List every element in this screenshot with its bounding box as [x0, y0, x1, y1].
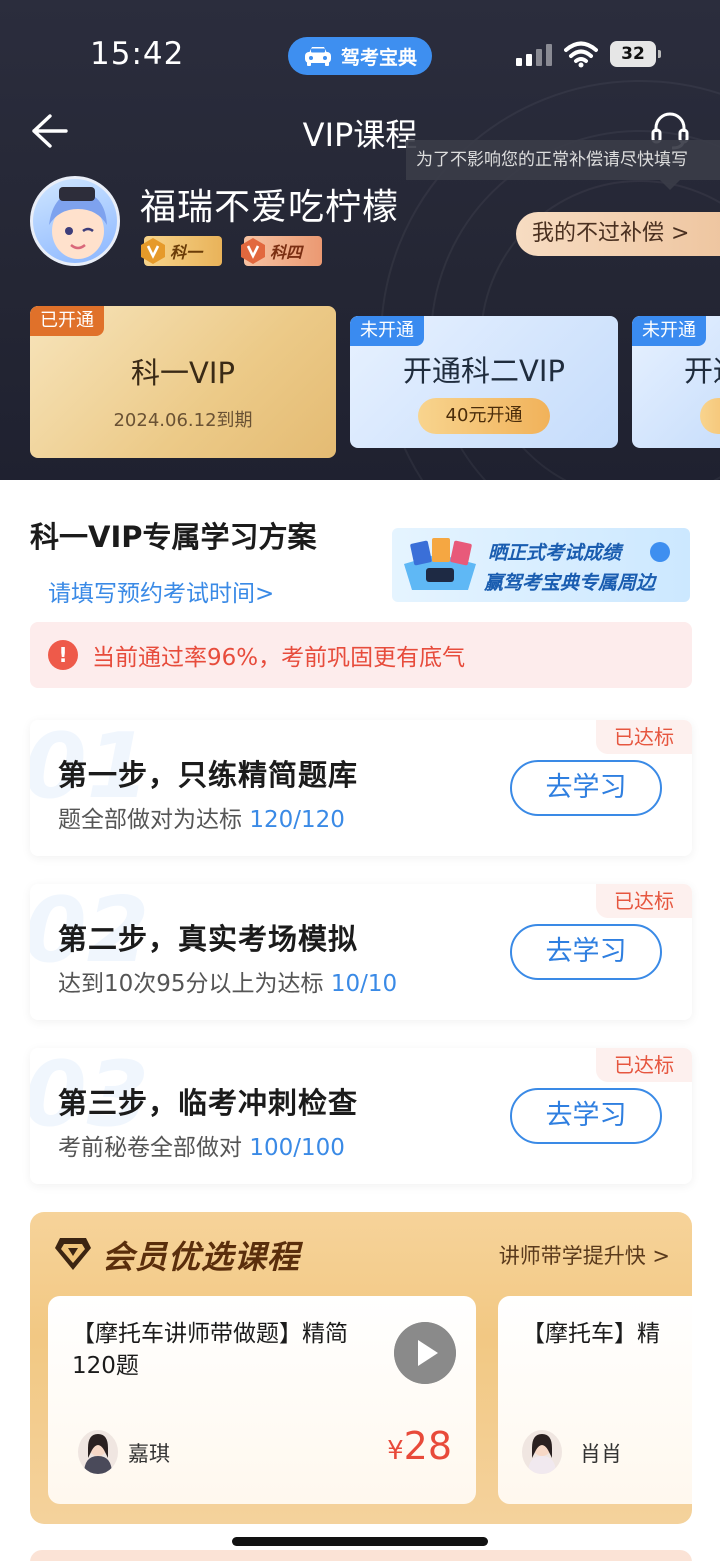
section-title: 会员优选课程 — [102, 1238, 301, 1276]
reached-badge: 已达标 — [596, 884, 692, 918]
car-icon — [304, 47, 331, 66]
status-tag: 未开通 — [350, 316, 424, 346]
go-study-button[interactable]: 去学习 — [510, 1088, 662, 1144]
merch-illustration — [404, 538, 476, 590]
open-vip-button[interactable]: 40元开通 — [418, 398, 550, 434]
step-title: 第一步，只练精简题库 — [58, 758, 359, 792]
step-card: 03 已达标 第三步，临考冲刺检查 考前秘卷全部做对 100/100 去学习 — [30, 1048, 692, 1184]
course-title: 【摩托车】精 — [522, 1321, 660, 1347]
step-desc: 达到10次95分以上为达标 10/10 — [58, 971, 398, 997]
teacher-avatar — [78, 1430, 118, 1474]
vip-card-title: 科一VIP — [131, 356, 235, 390]
status-time: 15:42 — [90, 36, 185, 72]
status-bar: 15:42 驾考宝典 32 — [0, 0, 720, 100]
step-progress: 100/100 — [249, 1135, 345, 1161]
exclamation-icon: ! — [48, 640, 78, 670]
header: 15:42 驾考宝典 32 VIP课程 为了不影响您的正常补偿请尽快填写 福瑞不… — [0, 0, 720, 480]
compensation-tooltip: 为了不影响您的正常补偿请尽快填写 — [406, 140, 720, 190]
badge-label: 科一 — [170, 243, 203, 262]
vip-card-title: 开通科二VIP — [403, 354, 565, 388]
arrow-circle-icon — [650, 542, 670, 562]
teacher-avatar — [522, 1430, 562, 1474]
v-hexagon-icon — [241, 238, 265, 264]
back-arrow-icon[interactable] — [28, 110, 70, 152]
open-vip-button[interactable] — [700, 398, 720, 434]
avatar[interactable] — [30, 176, 120, 266]
exam-date-link[interactable]: 请填写预约考试时间> — [48, 574, 274, 608]
step-card: 02 已达标 第二步，真实考场模拟 达到10次95分以上为达标 10/10 去学… — [30, 884, 692, 1020]
step-progress: 10/10 — [330, 971, 398, 997]
reached-badge: 已达标 — [596, 1048, 692, 1082]
plan-title: 科一VIP专属学习方案 — [30, 520, 317, 554]
course-price: ¥28 — [387, 1424, 452, 1468]
step-desc: 题全部做对为达标 120/120 — [58, 807, 345, 833]
teacher-name: 肖肖 — [580, 1442, 622, 1466]
vip-card-expiry: 2024.06.12到期 — [113, 410, 253, 431]
go-study-button[interactable]: 去学习 — [510, 924, 662, 980]
wifi-icon — [564, 41, 598, 68]
status-tag: 已开通 — [30, 306, 104, 336]
pass-rate-alert: ! 当前通过率96%，考前巩固更有底气 — [30, 622, 692, 688]
app-pill[interactable]: 驾考宝典 — [288, 37, 432, 75]
vip-card-subject-2[interactable]: 未开通 开通科二VIP 40元开通 — [350, 316, 618, 448]
avatar-illustration — [49, 187, 107, 259]
promo-banner[interactable]: 晒正式考试成绩 赢驾考宝典专属周边 — [392, 528, 690, 602]
app-pill-label: 驾考宝典 — [340, 46, 417, 69]
step-title: 第二步，真实考场模拟 — [58, 922, 359, 956]
diamond-icon — [55, 1238, 91, 1270]
course-title: 【摩托车讲师带做题】精简120题 — [72, 1321, 348, 1379]
step-desc: 考前秘卷全部做对 100/100 — [58, 1135, 345, 1161]
banner-line-1: 晒正式考试成绩 — [488, 542, 622, 564]
member-courses-section: 会员优选课程 讲师带学提升快 > 【摩托车讲师带做题】精简120题 嘉琪 ¥28… — [30, 1212, 692, 1524]
next-section-peek — [30, 1550, 692, 1561]
v-hexagon-icon — [141, 238, 165, 264]
badge-subject-1: 科一 — [141, 236, 222, 266]
username: 福瑞不爱吃柠檬 — [140, 187, 400, 228]
alert-text: 当前通过率96%，考前巩固更有底气 — [92, 645, 466, 671]
courses-more-link[interactable]: 讲师带学提升快 > — [499, 1240, 670, 1270]
vip-card-title: 开通 — [684, 354, 720, 388]
compensation-button[interactable]: 我的不过补偿 > — [516, 212, 720, 256]
signal-icon — [516, 44, 552, 66]
reached-badge: 已达标 — [596, 720, 692, 754]
step-card: 01 已达标 第一步，只练精简题库 题全部做对为达标 120/120 去学习 — [30, 720, 692, 856]
teacher-name: 嘉琪 — [128, 1442, 170, 1466]
step-title: 第三步，临考冲刺检查 — [58, 1086, 359, 1120]
battery-indicator: 32 — [610, 41, 661, 67]
step-progress: 120/120 — [249, 807, 345, 833]
play-icon[interactable] — [394, 1322, 456, 1384]
vip-card-subject-1[interactable]: 已开通 科一VIP 2024.06.12到期 — [30, 306, 336, 458]
go-study-button[interactable]: 去学习 — [510, 760, 662, 816]
home-indicator — [232, 1537, 488, 1546]
status-tag: 未开通 — [632, 316, 706, 346]
course-card[interactable]: 【摩托车讲师带做题】精简120题 嘉琪 ¥28 — [48, 1296, 476, 1504]
badge-label: 科四 — [270, 243, 303, 262]
banner-line-2: 赢驾考宝典专属周边 — [484, 572, 656, 594]
vip-card-more[interactable]: 未开通 开通 — [632, 316, 720, 448]
course-card[interactable]: 【摩托车】精 肖肖 — [498, 1296, 692, 1504]
badge-subject-4: 科四 — [241, 236, 322, 266]
